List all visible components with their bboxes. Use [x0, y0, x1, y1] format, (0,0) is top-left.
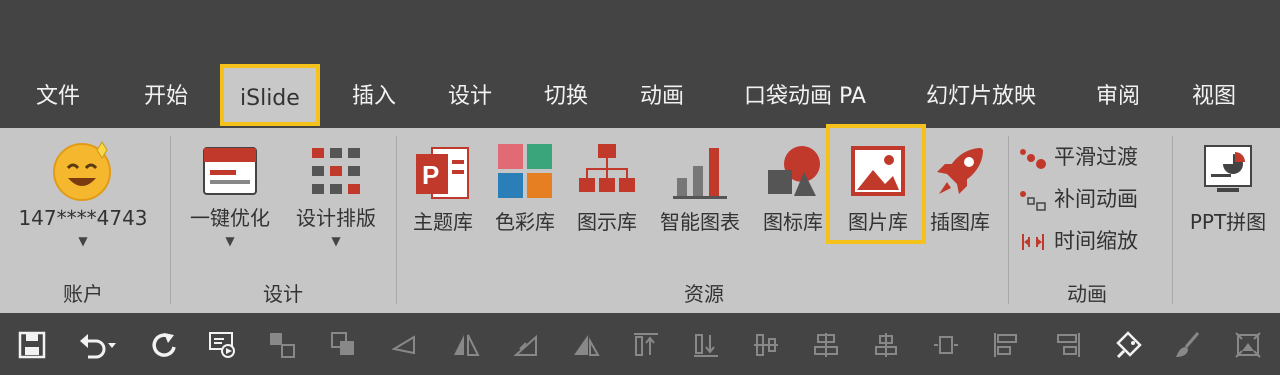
flip-left-icon	[392, 331, 420, 359]
group-divider	[170, 136, 171, 304]
time-scale-label: 时间缩放	[1054, 229, 1138, 253]
tab-transitions[interactable]: 切换	[544, 82, 588, 112]
design-layout-label: 设计排版	[296, 206, 376, 230]
shapes-icon	[768, 146, 820, 196]
org-chart-icon	[579, 144, 635, 192]
title-bar	[0, 0, 1280, 70]
crop-frame-icon	[1234, 331, 1262, 359]
time-scale-button[interactable]: 时间缩放	[1018, 226, 1138, 256]
tab-view[interactable]: 视图	[1192, 82, 1236, 112]
tween-animation-label: 补间动画	[1054, 187, 1138, 211]
quick-access-toolbar	[0, 313, 1280, 375]
tab-animations[interactable]: 动画	[640, 82, 684, 112]
account-button[interactable]: 147****4743 ▼	[8, 138, 158, 248]
group-divider	[1172, 136, 1173, 304]
group-divider	[396, 136, 397, 304]
theme-library-button[interactable]: P 主题库	[404, 142, 482, 234]
design-layout-button[interactable]: 设计排版 ▼	[284, 146, 388, 248]
tab-insert[interactable]: 插入	[352, 82, 396, 112]
grid-layout-icon	[312, 148, 360, 194]
brush-icon	[1174, 331, 1202, 359]
diagram-library-label: 图示库	[577, 210, 637, 234]
color-library-label: 色彩库	[495, 210, 555, 234]
smooth-transition-icon	[1020, 149, 1046, 169]
group-label-account: 账户	[63, 282, 103, 306]
rocket-icon	[937, 148, 983, 194]
group-label-design: 设计	[263, 282, 303, 306]
flip-horizontal-icon	[452, 331, 480, 359]
slideshow-icon[interactable]	[208, 331, 236, 359]
chevron-down-icon: ▼	[331, 234, 341, 248]
smooth-transition-label: 平滑过渡	[1054, 145, 1138, 169]
theme-library-label: 主题库	[413, 210, 473, 234]
color-library-button[interactable]: 色彩库	[486, 142, 564, 234]
icon-library-label: 图标库	[763, 210, 823, 234]
one-click-optimize-label: 一键优化	[190, 206, 270, 230]
tab-file[interactable]: 文件	[36, 82, 80, 112]
svg-text:P: P	[422, 160, 439, 190]
align-top-icon	[632, 331, 660, 359]
ribbon: 147****4743 ▼ 账户 一键优化 ▼ 设计排版 ▼ 设计 P 主题库 …	[0, 124, 1280, 313]
smooth-transition-button[interactable]: 平滑过渡	[1018, 142, 1138, 172]
color-palette-icon	[498, 144, 552, 198]
chevron-down-icon: ▼	[225, 234, 235, 248]
align-right-icon	[1054, 331, 1082, 359]
tab-slideshow[interactable]: 幻灯片放映	[926, 82, 1036, 112]
align-center-icon	[812, 331, 840, 359]
save-icon[interactable]	[18, 331, 46, 359]
redo-icon[interactable]	[150, 331, 178, 359]
rotate-triangle-icon	[512, 331, 540, 359]
tween-animation-icon	[1020, 191, 1046, 211]
align-middle-icon	[752, 331, 780, 359]
ppt-collage-label: PPT拼图	[1189, 210, 1267, 234]
tab-pocket-animation[interactable]: 口袋动画 PA	[744, 82, 866, 112]
time-scale-icon	[1022, 234, 1044, 250]
ungroup-objects-icon	[330, 331, 358, 359]
account-username: 147****4743	[18, 206, 148, 230]
group-objects-icon	[268, 331, 296, 359]
tween-animation-button[interactable]: 补间动画	[1018, 184, 1138, 214]
tab-home[interactable]: 开始	[144, 82, 188, 112]
distribute-vertical-icon	[872, 331, 900, 359]
undo-icon[interactable]	[78, 331, 118, 359]
align-bottom-icon	[692, 331, 720, 359]
ppt-collage-button[interactable]: PPT拼图	[1178, 142, 1278, 234]
smart-chart-label: 智能图表	[660, 210, 740, 234]
smart-chart-button[interactable]: 智能图表	[650, 142, 750, 234]
group-label-animation: 动画	[1067, 282, 1107, 306]
group-label-resources: 资源	[684, 282, 724, 306]
chevron-down-icon: ▼	[78, 234, 88, 248]
tab-review[interactable]: 审阅	[1096, 82, 1140, 112]
picture-library-highlight	[826, 124, 926, 244]
layout-card-icon	[203, 147, 257, 195]
tab-design[interactable]: 设计	[448, 82, 492, 112]
diagram-library-button[interactable]: 图示库	[568, 142, 646, 234]
slide-collage-icon	[1204, 145, 1252, 192]
group-divider	[1008, 136, 1009, 304]
menu-bar: 文件 开始 iSlide 插入 设计 切换 动画 口袋动画 PA 幻灯片放映 审…	[0, 64, 1280, 128]
smiley-avatar-icon	[53, 141, 111, 201]
distribute-horizontal-icon	[932, 331, 960, 359]
format-painter-icon[interactable]	[1114, 331, 1142, 359]
icon-library-button[interactable]: 图标库	[754, 142, 832, 234]
powerpoint-icon: P	[416, 147, 469, 199]
align-left-icon	[992, 331, 1020, 359]
bar-chart-icon	[673, 148, 727, 199]
flip-vertical-icon	[572, 331, 600, 359]
illustration-library-button[interactable]: 插图库	[922, 142, 998, 234]
illustration-library-label: 插图库	[930, 210, 990, 234]
one-click-optimize-button[interactable]: 一键优化 ▼	[178, 146, 282, 248]
tab-islide[interactable]: iSlide	[220, 64, 320, 126]
